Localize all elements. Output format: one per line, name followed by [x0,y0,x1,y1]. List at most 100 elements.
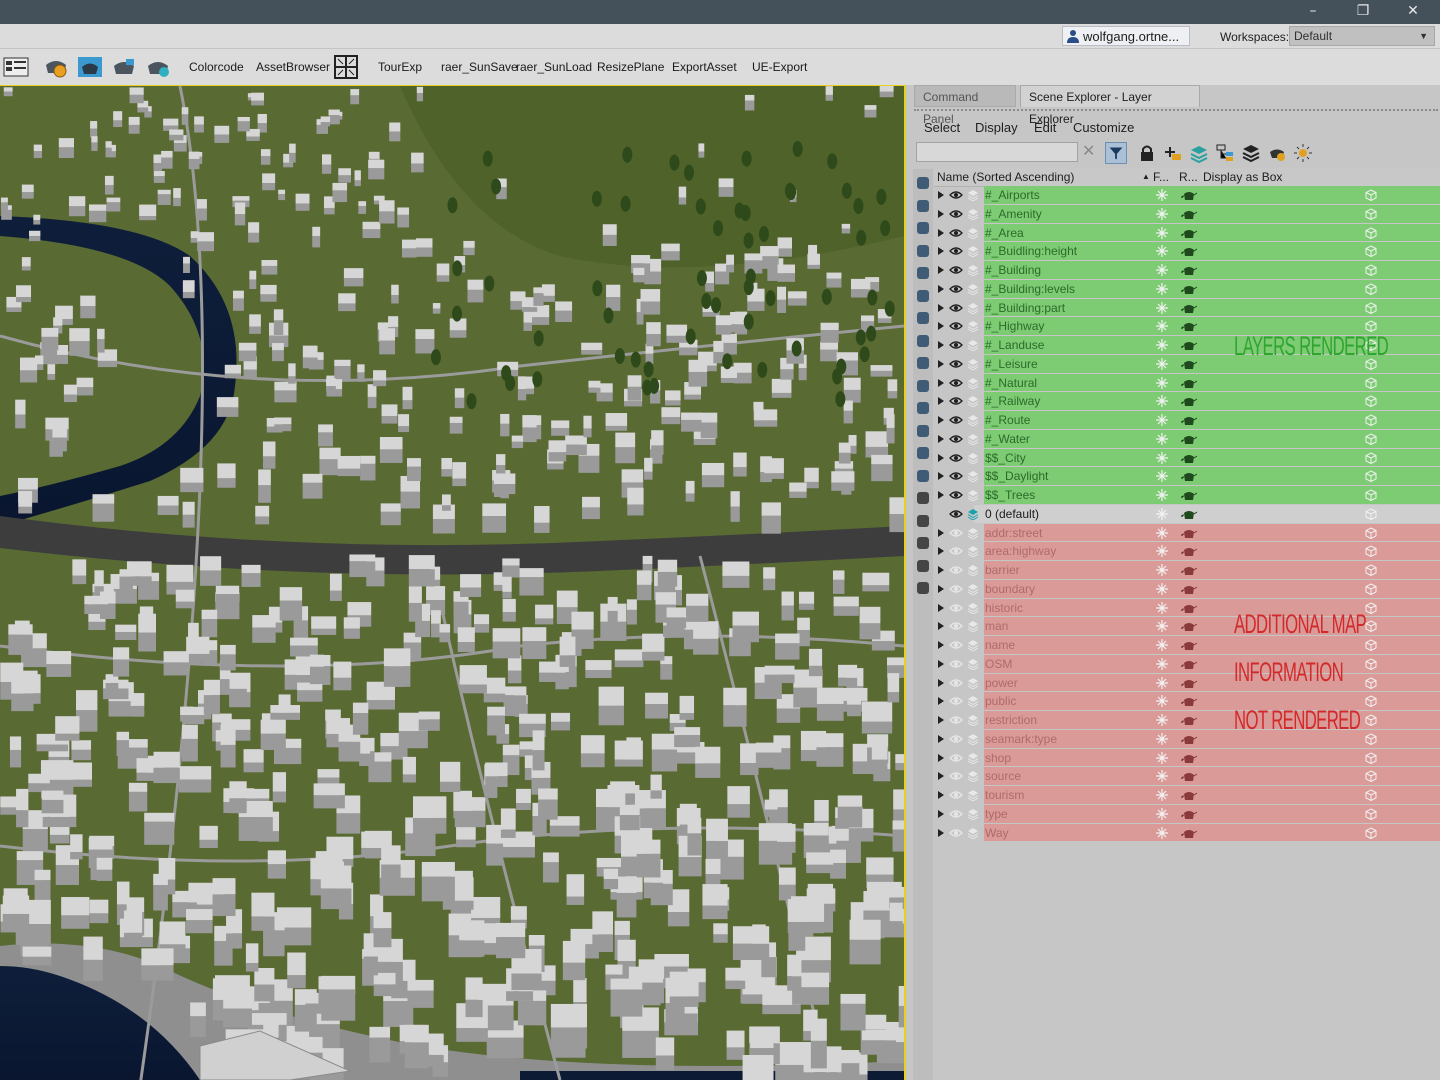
render-teapot-icon[interactable] [1181,284,1197,295]
spacewarps-filter-icon[interactable] [915,288,931,304]
render-teapot-icon[interactable] [1181,415,1197,426]
visibility-eye-icon[interactable] [949,321,963,331]
layer-row[interactable]: #_Area [934,223,1440,243]
freeze-snowflake-icon[interactable] [1156,339,1168,351]
funnel-off-icon[interactable] [915,535,931,551]
freeze-snowflake-icon[interactable] [1156,320,1168,333]
freeze-snowflake-icon[interactable] [1156,226,1168,239]
visibility-eye-icon[interactable] [949,734,963,744]
expand-arrow-icon[interactable] [938,397,944,406]
hierarchy-icon[interactable] [1214,142,1236,164]
containers-filter-icon[interactable] [915,378,931,394]
visibility-eye-icon[interactable] [949,434,963,444]
layer-row[interactable]: #_Route [934,411,1440,430]
freeze-snowflake-icon[interactable] [1156,770,1168,783]
visibility-eye-icon[interactable] [949,509,963,519]
freeze-snowflake-icon[interactable] [1156,601,1168,614]
notes-filter-icon[interactable] [915,468,931,484]
toolbar-sunload-button[interactable]: raer_SunLoad [516,60,592,74]
render-teapot-icon[interactable] [1181,809,1197,820]
visibility-eye-icon[interactable] [949,490,963,500]
render-teapot-icon[interactable] [1181,246,1197,257]
expand-arrow-icon[interactable] [938,622,944,631]
hidden-filter-icon[interactable] [915,445,931,461]
light-layer-icon[interactable] [1292,142,1314,164]
display-box-icon[interactable] [1365,526,1377,539]
display-box-icon[interactable] [1365,545,1377,558]
layer-row[interactable]: #_Airports [934,186,1440,205]
box-filter-icon[interactable] [915,580,931,596]
expand-arrow-icon[interactable] [938,284,944,293]
layer-row[interactable]: addr:street [934,523,1440,543]
display-box-icon[interactable] [1365,770,1377,783]
layer-row[interactable]: OSM [934,654,1440,674]
geometry-filter-icon[interactable] [915,175,931,191]
display-box-icon[interactable] [1365,208,1377,220]
visibility-eye-icon[interactable] [949,696,963,706]
render-iterative-icon[interactable] [110,53,138,81]
layer-row[interactable]: seamark:type [934,729,1440,749]
expand-arrow-icon[interactable] [938,378,944,387]
render-teapot-icon[interactable] [1181,640,1197,651]
freeze-snowflake-icon[interactable] [1156,676,1168,689]
display-box-icon[interactable] [1365,451,1377,464]
layer-row[interactable]: source [934,767,1440,786]
expand-arrow-icon[interactable] [938,566,944,574]
render-teapot-icon[interactable] [1181,621,1197,632]
visibility-eye-icon[interactable] [949,828,963,838]
display-box-icon[interactable] [1365,658,1377,670]
freeze-snowflake-icon[interactable] [1156,189,1168,201]
freeze-snowflake-icon[interactable] [1156,264,1168,276]
funnel-icon[interactable] [915,558,931,574]
expand-arrow-icon[interactable] [938,472,944,481]
freeze-snowflake-icon[interactable] [1156,432,1168,445]
display-box-icon[interactable] [1365,283,1377,295]
expand-arrow-icon[interactable] [938,191,944,199]
layer-search-input[interactable] [916,142,1078,162]
expand-arrow-icon[interactable] [938,584,944,593]
freeze-snowflake-icon[interactable] [1156,695,1168,708]
visibility-eye-icon[interactable] [949,303,963,313]
render-teapot-icon[interactable] [1181,546,1197,557]
column-display-as-box[interactable]: Display as Box [1203,168,1282,186]
render-teapot-icon[interactable] [1181,771,1197,782]
render-teapot-icon[interactable] [1181,490,1197,501]
render-setup-icon[interactable] [42,53,70,81]
visibility-eye-icon[interactable] [949,396,963,406]
expand-arrow-icon[interactable] [938,528,944,537]
display-box-icon[interactable] [1365,301,1377,314]
display-box-icon[interactable] [1365,245,1377,258]
display-box-icon[interactable] [1365,414,1377,426]
expand-arrow-icon[interactable] [938,359,944,368]
close-button[interactable]: ✕ [1388,0,1438,24]
render-teapot-icon[interactable] [1181,753,1197,764]
display-box-icon[interactable] [1365,676,1377,689]
render-teapot-icon[interactable] [1181,734,1197,745]
visibility-eye-icon[interactable] [949,471,963,481]
layer-row[interactable]: #_Water [934,429,1440,449]
display-box-icon[interactable] [1365,695,1377,708]
menu-display[interactable]: Display [975,120,1018,135]
render-teapot-icon[interactable] [1181,265,1197,276]
user-account-dropdown[interactable]: wolfgang.ortne... ▾ [1062,26,1190,64]
expand-arrow-icon[interactable] [938,434,944,443]
freeze-snowflake-icon[interactable] [1156,507,1168,520]
clear-search-icon[interactable]: ✕ [1082,142,1098,160]
display-box-icon[interactable] [1365,583,1377,595]
freeze-snowflake-icon[interactable] [1156,545,1168,558]
expand-arrow-icon[interactable] [938,697,944,706]
expand-arrow-icon[interactable] [938,603,944,612]
render-teapot-icon[interactable] [1181,528,1197,539]
expand-arrow-icon[interactable] [938,828,944,837]
visibility-eye-icon[interactable] [949,603,963,613]
rendered-frame-icon[interactable] [76,53,104,81]
expand-arrow-icon[interactable] [938,322,944,331]
column-freeze[interactable]: F... [1153,168,1169,186]
freeze-snowflake-icon[interactable] [1156,395,1168,408]
visibility-eye-icon[interactable] [949,246,963,256]
freeze-snowflake-icon[interactable] [1156,789,1168,801]
scene-list-icon[interactable] [2,53,30,81]
display-box-icon[interactable] [1365,376,1377,389]
render-teapot-icon[interactable] [1181,396,1197,407]
layers-icon[interactable] [1240,142,1262,164]
